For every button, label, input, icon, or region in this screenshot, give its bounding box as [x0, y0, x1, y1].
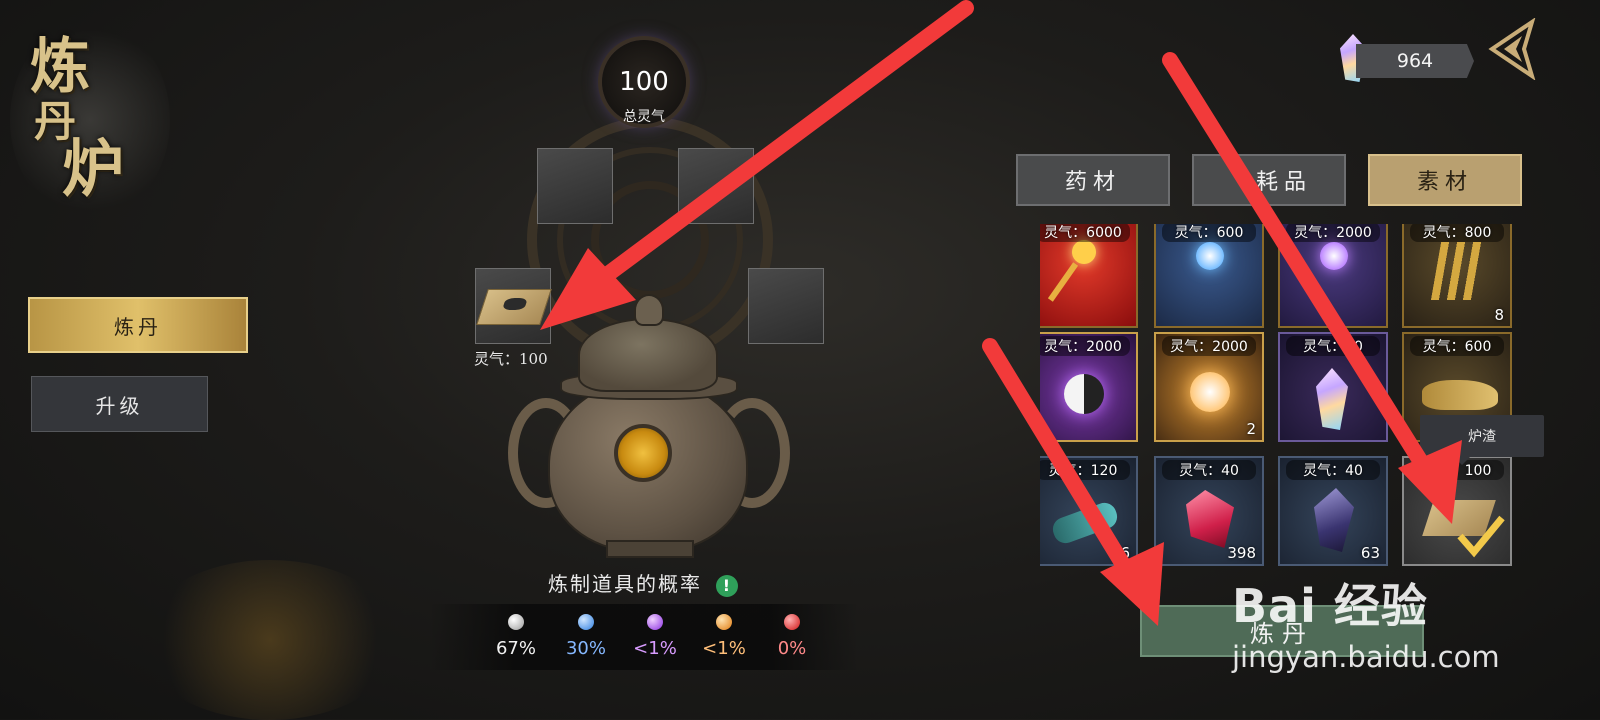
baidu-watermark-url: jingyan.baidu.com	[1232, 640, 1500, 674]
baidu-watermark-logo: Bai 经验	[1232, 579, 1428, 633]
